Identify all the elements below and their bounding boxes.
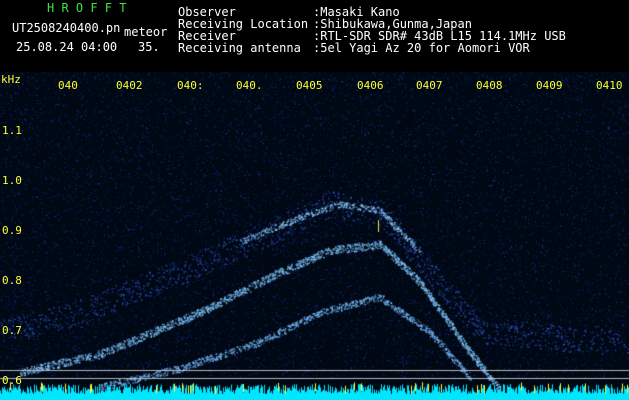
datetime-label: 25.08.24 04:00 [16,40,118,54]
y-tick-label: 0.9 [2,224,22,237]
spectrogram-canvas [0,72,629,400]
y-tick-label: 0.8 [2,274,22,287]
x-tick-label: 0408 [476,79,503,92]
detection-tag: meteor [124,25,168,39]
x-tick-label: 040. [236,79,263,92]
x-tick-label: 0402 [116,79,143,92]
program-name: H R O F F T [47,1,127,15]
filename-label: UT2508240400.pn [12,21,121,35]
x-tick-label: 0407 [416,79,443,92]
x-tick-label: 0410 [596,79,623,92]
seconds-label: 35. [138,40,160,54]
y-tick-label: 0.6 [2,374,22,387]
x-tick-label: 040 [58,79,78,92]
x-tick-label: 0405 [296,79,323,92]
x-tick-label: 0409 [536,79,563,92]
x-tick-label: 0406 [357,79,384,92]
y-tick-label: 1.1 [2,124,22,137]
info-value-antenna: :5el Yagi Az 20 for Aomori VOR [313,41,530,55]
frequency-unit-label: kHz [1,73,21,86]
info-label-antenna: Receiving antenna [178,41,301,55]
x-tick-label: 040: [177,79,204,92]
y-tick-label: 1.0 [2,174,22,187]
header-panel: H R O F F T UT2508240400.pn meteor 25.08… [0,0,629,72]
y-tick-label: 0.7 [2,324,22,337]
